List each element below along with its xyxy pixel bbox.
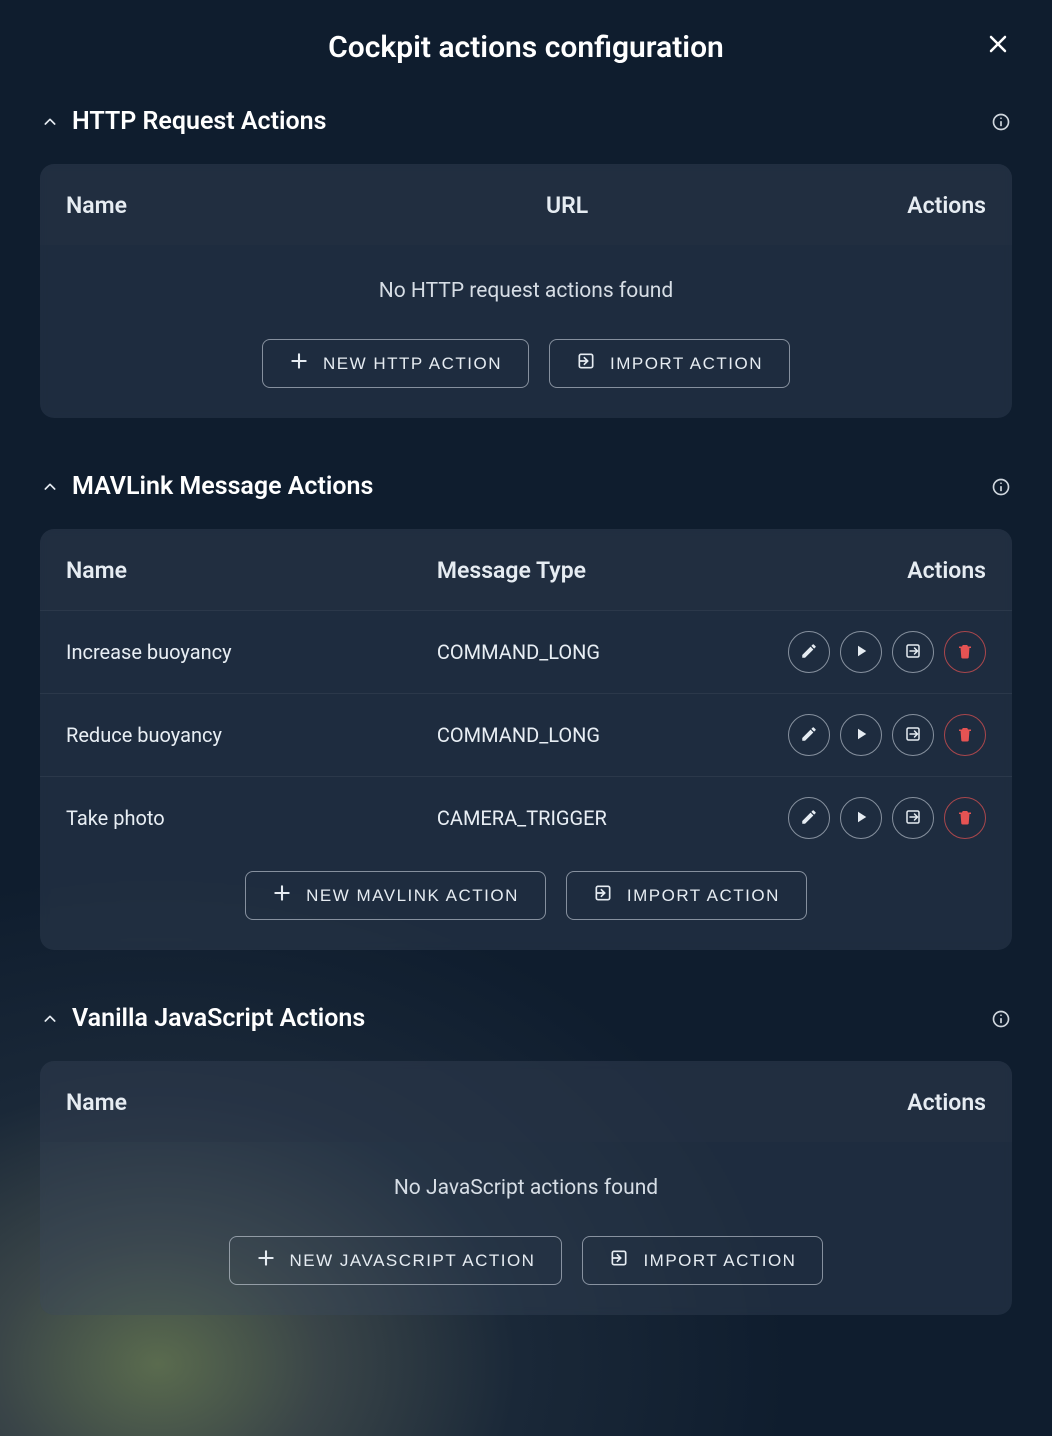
export-button[interactable] [892,714,934,756]
js-table-header: Name Actions [40,1061,1012,1142]
mavlink-table-header: Name Message Type Actions [40,529,1012,610]
col-url-header: URL [546,192,706,219]
col-actions-header: Actions [746,1089,986,1116]
export-button[interactable] [892,797,934,839]
run-button[interactable] [840,714,882,756]
section-mavlink-header[interactable]: MAVLink Message Actions [40,468,1012,505]
http-panel-footer: NEW HTTP ACTION IMPORT ACTION [40,327,1012,418]
table-row: Take photoCAMERA_TRIGGER [40,776,1012,859]
new-http-action-button[interactable]: NEW HTTP ACTION [262,339,529,388]
import-icon [576,351,596,376]
trash-icon [956,642,974,663]
chevron-up-icon [40,477,60,497]
import-icon [609,1248,629,1273]
col-actions-header: Actions [746,192,986,219]
play-icon [852,642,870,663]
table-row: Reduce buoyancyCOMMAND_LONG [40,693,1012,776]
row-message-type: CAMERA_TRIGGER [437,806,746,830]
table-row: Increase buoyancyCOMMAND_LONG [40,610,1012,693]
section-js: Vanilla JavaScript Actions Name Actions … [40,1000,1012,1315]
edit-button[interactable] [788,631,830,673]
pencil-icon [800,808,818,829]
http-empty-message: No HTTP request actions found [40,245,1012,327]
row-actions [746,797,986,839]
row-actions [746,714,986,756]
import-mavlink-action-button[interactable]: IMPORT ACTION [566,871,807,920]
col-actions-header: Actions [746,557,986,584]
row-name: Take photo [66,806,437,830]
plus-icon [289,351,309,376]
info-icon[interactable] [990,1008,1012,1030]
section-mavlink: MAVLink Message Actions Name Message Typ… [40,468,1012,950]
row-message-type: COMMAND_LONG [437,723,746,747]
delete-button[interactable] [944,631,986,673]
import-js-action-button[interactable]: IMPORT ACTION [582,1236,823,1285]
delete-button[interactable] [944,797,986,839]
section-http-header[interactable]: HTTP Request Actions [40,103,1012,140]
delete-button[interactable] [944,714,986,756]
new-js-action-button[interactable]: NEW JAVASCRIPT ACTION [229,1236,563,1285]
plus-icon [256,1248,276,1273]
plus-icon [272,883,292,908]
row-name: Increase buoyancy [66,640,437,664]
section-js-title: Vanilla JavaScript Actions [72,1004,365,1033]
row-actions [746,631,986,673]
col-name-header: Name [66,1089,746,1116]
http-panel: Name URL Actions No HTTP request actions… [40,164,1012,418]
col-name-header: Name [66,557,437,584]
section-http-header-left: HTTP Request Actions [40,107,326,136]
col-message-type-header: Message Type [437,557,746,584]
trash-icon [956,808,974,829]
js-empty-message: No JavaScript actions found [40,1142,1012,1224]
export-icon [904,725,922,746]
info-icon[interactable] [990,476,1012,498]
new-js-action-label: NEW JAVASCRIPT ACTION [290,1251,536,1271]
new-http-action-label: NEW HTTP ACTION [323,354,502,374]
edit-button[interactable] [788,714,830,756]
chevron-up-icon [40,1009,60,1029]
pencil-icon [800,642,818,663]
new-mavlink-action-button[interactable]: NEW MAVLINK ACTION [245,871,546,920]
export-icon [904,642,922,663]
import-icon [593,883,613,908]
new-mavlink-action-label: NEW MAVLINK ACTION [306,886,519,906]
section-http-title: HTTP Request Actions [72,107,326,136]
info-icon[interactable] [990,111,1012,133]
mavlink-panel-footer: NEW MAVLINK ACTION IMPORT ACTION [40,859,1012,950]
chevron-up-icon [40,112,60,132]
row-message-type: COMMAND_LONG [437,640,746,664]
run-button[interactable] [840,797,882,839]
play-icon [852,808,870,829]
section-js-header[interactable]: Vanilla JavaScript Actions [40,1000,1012,1037]
row-name: Reduce buoyancy [66,723,437,747]
section-js-header-left: Vanilla JavaScript Actions [40,1004,365,1033]
dialog-title: Cockpit actions configuration [328,30,724,65]
js-panel: Name Actions No JavaScript actions found… [40,1061,1012,1315]
http-table-header: Name URL Actions [40,164,1012,245]
section-http: HTTP Request Actions Name URL Actions No… [40,103,1012,418]
section-mavlink-header-left: MAVLink Message Actions [40,472,373,501]
run-button[interactable] [840,631,882,673]
js-panel-footer: NEW JAVASCRIPT ACTION IMPORT ACTION [40,1224,1012,1315]
trash-icon [956,725,974,746]
mavlink-rows-container: Increase buoyancyCOMMAND_LONG Reduce buo… [40,610,1012,859]
export-button[interactable] [892,631,934,673]
mavlink-panel: Name Message Type Actions Increase buoya… [40,529,1012,950]
section-mavlink-title: MAVLink Message Actions [72,472,373,501]
play-icon [852,725,870,746]
close-icon [986,32,1010,60]
close-button[interactable] [980,28,1016,64]
export-icon [904,808,922,829]
import-js-action-label: IMPORT ACTION [643,1251,796,1271]
pencil-icon [800,725,818,746]
dialog-header: Cockpit actions configuration [40,30,1012,65]
import-mavlink-action-label: IMPORT ACTION [627,886,780,906]
import-http-action-button[interactable]: IMPORT ACTION [549,339,790,388]
actions-config-dialog: Cockpit actions configuration HTTP Reque… [0,0,1052,1436]
col-name-header: Name [66,192,546,219]
edit-button[interactable] [788,797,830,839]
import-http-action-label: IMPORT ACTION [610,354,763,374]
